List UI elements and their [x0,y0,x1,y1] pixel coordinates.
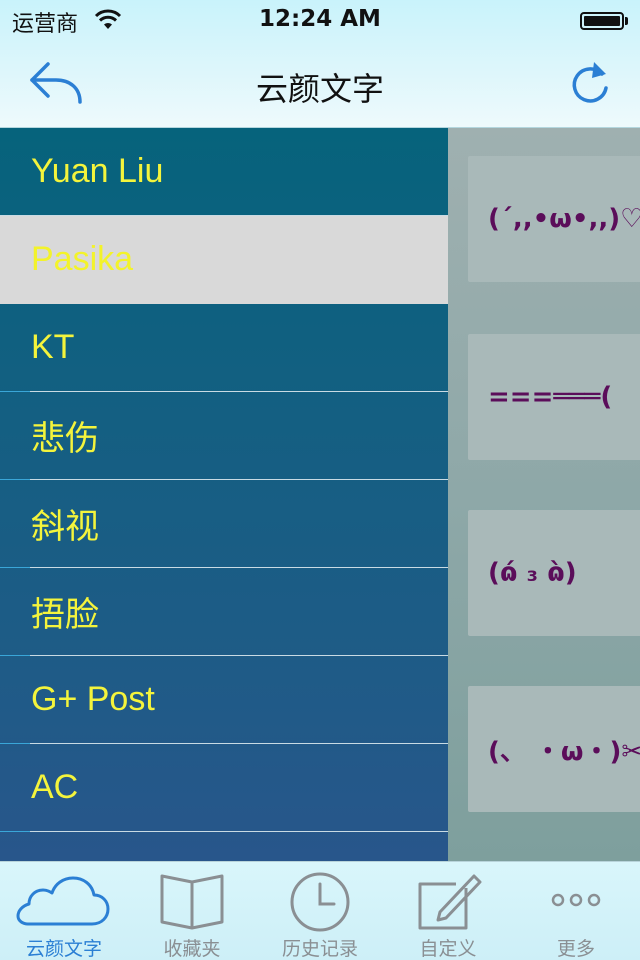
emoticon-text: (ɷ́ ₃ ɷ̀) [488,558,577,588]
menu-item-label: 捂脸 [31,596,99,634]
emoticon-card[interactable]: (、 ・ω・)✂ [468,686,640,812]
menu-item-label: G+ Post [31,680,155,718]
tab-history[interactable]: 历史记录 [256,862,384,960]
tab-label: 自定义 [419,938,477,960]
menu-item-yuan-liu[interactable]: Yuan Liu [0,128,448,216]
emoticon-text: (、 ・ω・)✂ [488,736,640,767]
menu-item-ac[interactable]: AC [0,744,448,832]
emoticon-text: ===═══( [488,382,613,412]
status-bar: 运营商 12:24 AM [0,0,640,40]
top-bar: 运营商 12:24 AM 云颜文字 [0,0,640,128]
emoticon-card[interactable]: ===═══( [468,334,640,460]
menu-item-kt[interactable]: KT [0,304,448,392]
menu-item-label: Pasika [31,240,134,278]
menu-item-label: Yuan Liu [31,152,164,190]
tab-cloud-emoticons[interactable]: 云颜文字 [0,862,128,960]
emoticon-card[interactable]: (ɷ́ ₃ ɷ̀) [468,510,640,636]
edit-icon [418,874,482,930]
tab-label: 云颜文字 [25,938,102,960]
refresh-icon[interactable] [566,58,614,108]
tab-more[interactable]: 更多 [512,862,640,960]
cloud-icon [16,876,110,926]
emoticon-list: (´,,•ω•,,)♡ ===═══( (ɷ́ ₃ ɷ̀) (、 ・ω・)✂ [448,128,640,861]
menu-item-facepalm[interactable]: 捂脸 [0,568,448,656]
menu-item-gplus-post[interactable]: G+ Post [0,656,448,744]
tab-favorites[interactable]: 收藏夹 [128,862,256,960]
tab-label: 历史记录 [281,938,358,960]
menu-item-squint[interactable]: 斜视 [0,480,448,568]
emoticon-text: (´,,•ω•,,)♡ [488,204,640,234]
menu-item-label: AC [31,768,79,806]
tab-bar: 云颜文字 收藏夹 历史记录 自定义 更多 [0,861,640,960]
clock-icon [290,872,350,932]
menu-item-pasika[interactable]: Pasika [0,216,448,304]
menu-item-sad[interactable]: 悲伤 [0,392,448,480]
book-icon [160,874,224,930]
emoticon-card[interactable]: (´,,•ω•,,)♡ [468,156,640,282]
battery-icon [580,12,628,30]
tab-custom[interactable]: 自定义 [384,862,512,960]
menu-item-label: 斜视 [31,508,99,546]
category-menu: Yuan Liu Pasika KT 悲伤 斜视 捂脸 G+ Post AC [0,128,448,861]
tab-label: 收藏夹 [163,938,221,960]
status-time: 12:24 AM [259,6,381,32]
menu-item-label: KT [31,328,75,366]
tab-label: 更多 [556,938,595,960]
page-title: 云颜文字 [255,70,384,108]
menu-item-label: 悲伤 [31,420,99,458]
more-icon [551,893,601,907]
